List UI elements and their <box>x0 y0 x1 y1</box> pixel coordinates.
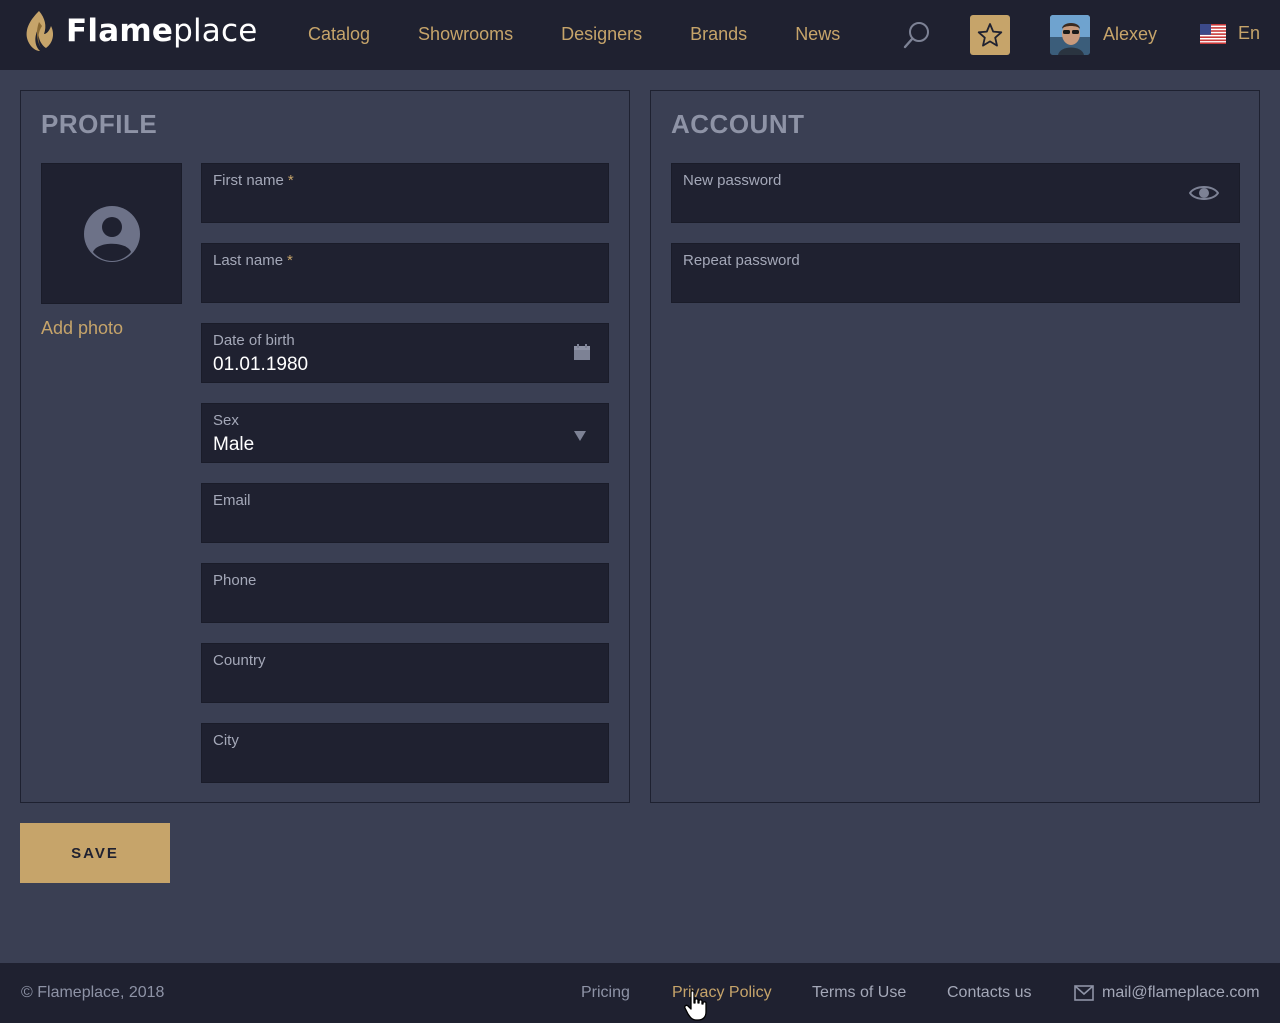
calendar-icon[interactable] <box>574 344 590 365</box>
phone-field[interactable]: Phone <box>201 563 609 623</box>
favorites-button[interactable] <box>970 15 1010 55</box>
date-of-birth-field[interactable]: Date of birth 01.01.1980 <box>201 323 609 383</box>
new-password-input[interactable] <box>683 194 1137 215</box>
footer-contacts-link[interactable]: Contacts us <box>947 984 1031 1002</box>
repeat-password-input[interactable] <box>683 274 1137 295</box>
email-input[interactable] <box>213 514 538 535</box>
first-name-label: First name * <box>213 172 294 189</box>
save-button[interactable]: SAVE <box>20 823 170 883</box>
repeat-password-label: Repeat password <box>683 252 800 269</box>
dropdown-arrow-icon[interactable] <box>574 428 586 446</box>
city-field[interactable]: City <box>201 723 609 783</box>
mail-icon <box>1074 985 1094 1001</box>
account-title: ACCOUNT <box>671 109 805 139</box>
nav-catalog[interactable]: Catalog <box>308 24 370 45</box>
us-flag-icon <box>1200 23 1226 44</box>
email-field[interactable]: Email <box>201 483 609 543</box>
nav-designers[interactable]: Designers <box>561 24 642 45</box>
email-label: Email <box>213 492 251 509</box>
first-name-input[interactable] <box>213 194 538 215</box>
phone-input[interactable] <box>213 594 538 615</box>
profile-title: PROFILE <box>41 109 158 139</box>
repeat-password-field[interactable]: Repeat password <box>671 243 1240 303</box>
phone-label: Phone <box>213 572 257 589</box>
nav-showrooms[interactable]: Showrooms <box>418 24 513 45</box>
city-input[interactable] <box>213 754 538 775</box>
footer-pricing-link[interactable]: Pricing <box>581 984 630 1002</box>
top-header: Flameplace Catalog Showrooms Designers B… <box>0 0 1280 70</box>
logo-text: Flameplace <box>66 13 258 49</box>
photo-placeholder[interactable] <box>41 163 182 304</box>
last-name-input[interactable] <box>213 274 538 295</box>
account-panel: ACCOUNT New password Repeat password <box>650 90 1260 803</box>
language-label: En <box>1238 23 1261 43</box>
last-name-field[interactable]: Last name * <box>201 243 609 303</box>
flame-logo-icon <box>26 11 54 51</box>
language-selector[interactable]: En <box>1200 23 1260 44</box>
footer-email-text: mail@flameplace.com <box>1102 984 1260 1001</box>
footer: © Flameplace, 2018 Pricing Privacy Polic… <box>0 963 1280 1023</box>
last-name-label: Last name * <box>213 252 293 269</box>
star-icon <box>977 23 1003 47</box>
copyright: © Flameplace, 2018 <box>21 984 165 1001</box>
country-field[interactable]: Country <box>201 643 609 703</box>
footer-terms-link[interactable]: Terms of Use <box>812 984 906 1002</box>
sex-value: Male <box>213 434 255 455</box>
country-input[interactable] <box>213 674 538 695</box>
logo[interactable]: Flameplace <box>22 10 257 52</box>
new-password-field[interactable]: New password <box>671 163 1240 223</box>
nav-brands[interactable]: Brands <box>690 24 747 45</box>
dob-label: Date of birth <box>213 332 295 349</box>
country-label: Country <box>213 652 266 669</box>
search-icon[interactable] <box>903 20 931 50</box>
new-password-label: New password <box>683 172 782 189</box>
profile-panel: PROFILE Add photo First name * Last name *… <box>20 90 630 803</box>
city-label: City <box>213 732 239 749</box>
avatar[interactable] <box>1050 15 1090 55</box>
user-avatar-icon <box>83 205 140 262</box>
user-name[interactable]: Alexey <box>1103 24 1157 45</box>
footer-email-link[interactable]: mail@flameplace.com <box>1074 984 1260 1002</box>
hand-cursor-icon <box>684 990 707 1021</box>
sex-label: Sex <box>213 412 239 429</box>
nav-news[interactable]: News <box>795 24 840 45</box>
eye-icon[interactable] <box>1188 183 1220 208</box>
add-photo-link[interactable]: Add photo <box>41 318 123 339</box>
main-nav: Catalog Showrooms Designers Brands News <box>308 24 888 45</box>
dob-value: 01.01.1980 <box>213 354 309 375</box>
sex-select[interactable]: Sex Male <box>201 403 609 463</box>
first-name-field[interactable]: First name * <box>201 163 609 223</box>
